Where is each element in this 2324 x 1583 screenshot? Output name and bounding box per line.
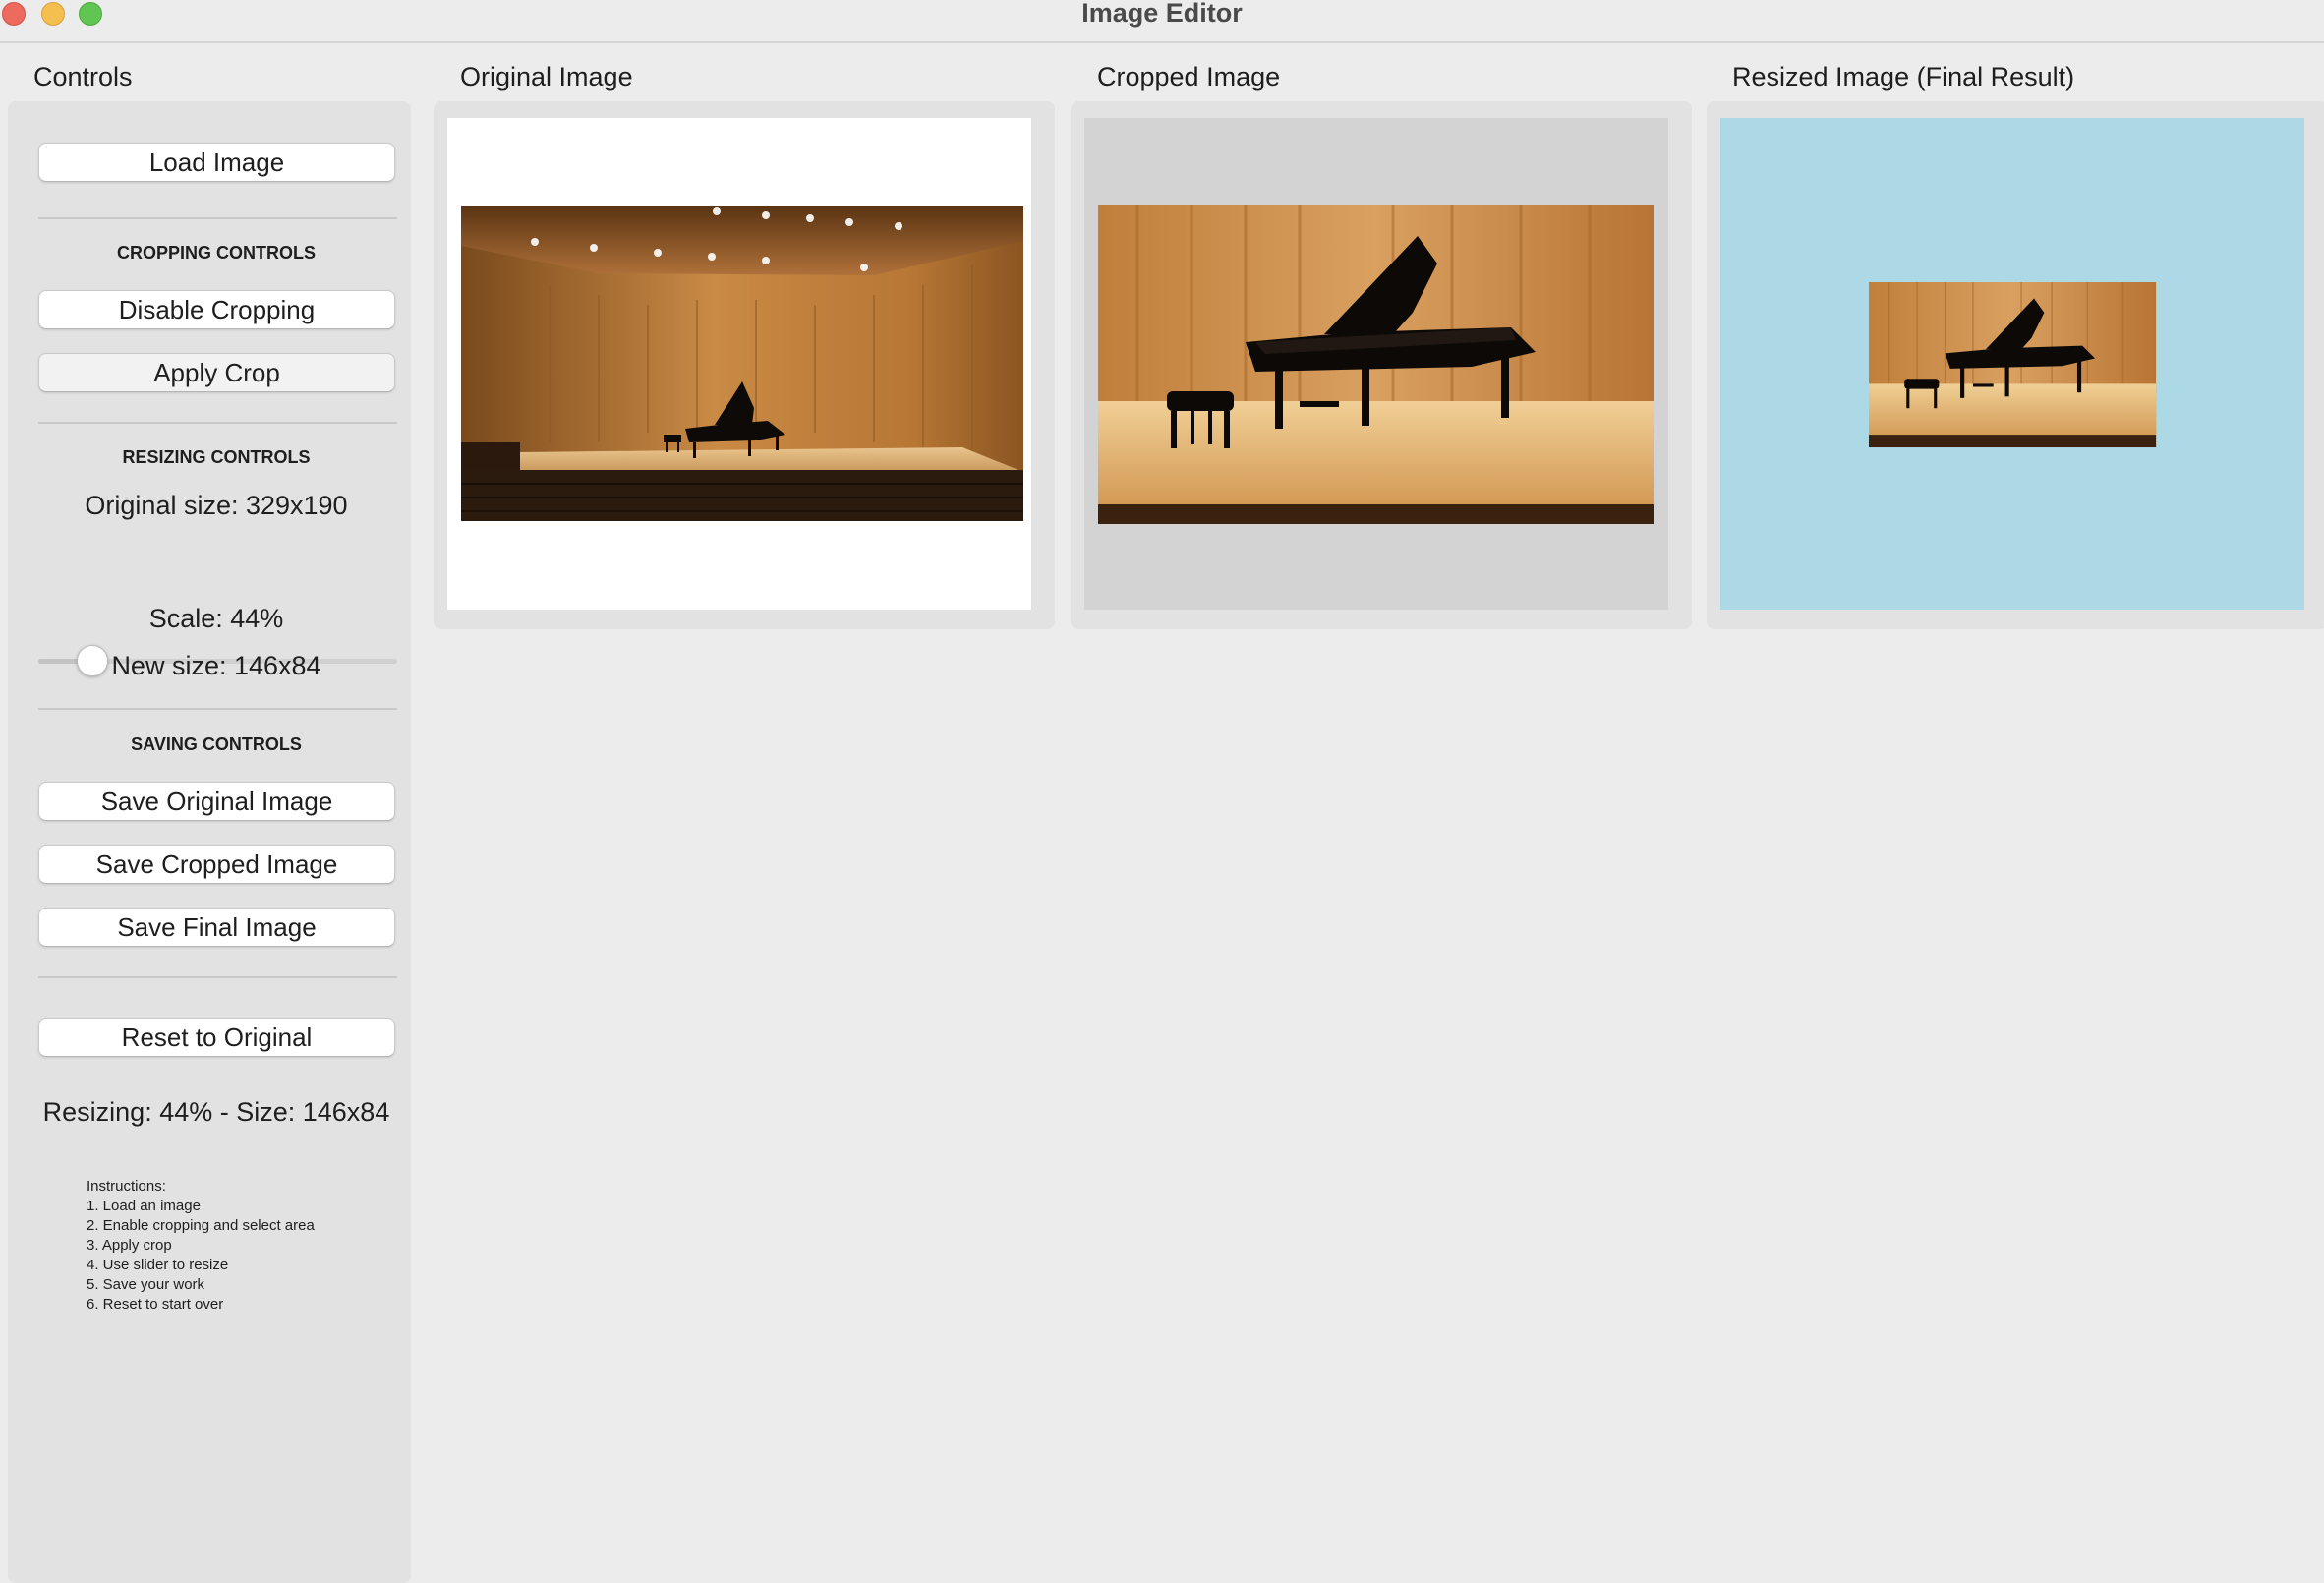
divider	[38, 708, 397, 710]
saving-controls-heading: SAVING CONTROLS	[131, 734, 302, 754]
save-cropped-image-button[interactable]: Save Cropped Image	[38, 845, 395, 884]
cropping-controls-heading: CROPPING CONTROLS	[116, 243, 316, 263]
resizing-controls-heading: RESIZING CONTROLS	[122, 447, 311, 467]
instructions-text: Instructions: 1. Load an image 2. Enable…	[87, 1178, 315, 1313]
original-image-title: Original Image	[460, 62, 633, 91]
cropped-image-title: Cropped Image	[1097, 62, 1281, 91]
app-window: Image Editor Controls Original Image Cro…	[0, 0, 2324, 1583]
cropped-image	[1084, 118, 1668, 610]
resized-image	[1720, 118, 2304, 610]
scale-label: Scale: 44%	[148, 604, 284, 633]
original-image-canvas[interactable]	[447, 118, 1031, 610]
disable-cropping-button[interactable]: Disable Cropping	[38, 290, 395, 329]
load-image-button[interactable]: Load Image	[38, 143, 395, 182]
divider	[38, 217, 397, 219]
original-image-panel	[434, 101, 1055, 629]
new-size-label: New size: 146x84	[111, 651, 321, 680]
resized-image-canvas[interactable]	[1720, 118, 2304, 610]
reset-to-original-button[interactable]: Reset to Original	[38, 1018, 395, 1057]
title-bar: Image Editor	[0, 0, 2324, 43]
cropped-image-panel	[1071, 101, 1692, 629]
window-title: Image Editor	[1081, 0, 1243, 28]
save-original-image-button[interactable]: Save Original Image	[38, 782, 395, 821]
save-final-image-button[interactable]: Save Final Image	[38, 908, 395, 947]
divider	[38, 422, 397, 424]
resize-status-text: Resizing: 44% - Size: 146x84	[42, 1097, 390, 1127]
original-size-label: Original size: 329x190	[85, 491, 348, 520]
controls-panel: Load Image CROPPING CONTROLS Disable Cro…	[8, 101, 411, 1583]
resized-image-panel	[1707, 101, 2324, 629]
divider	[38, 976, 397, 978]
original-image	[447, 118, 1031, 610]
controls-title: Controls	[33, 62, 133, 91]
apply-crop-button[interactable]: Apply Crop	[38, 353, 395, 392]
cropped-image-canvas[interactable]	[1084, 118, 1668, 610]
resized-image-title: Resized Image (Final Result)	[1732, 62, 2075, 91]
